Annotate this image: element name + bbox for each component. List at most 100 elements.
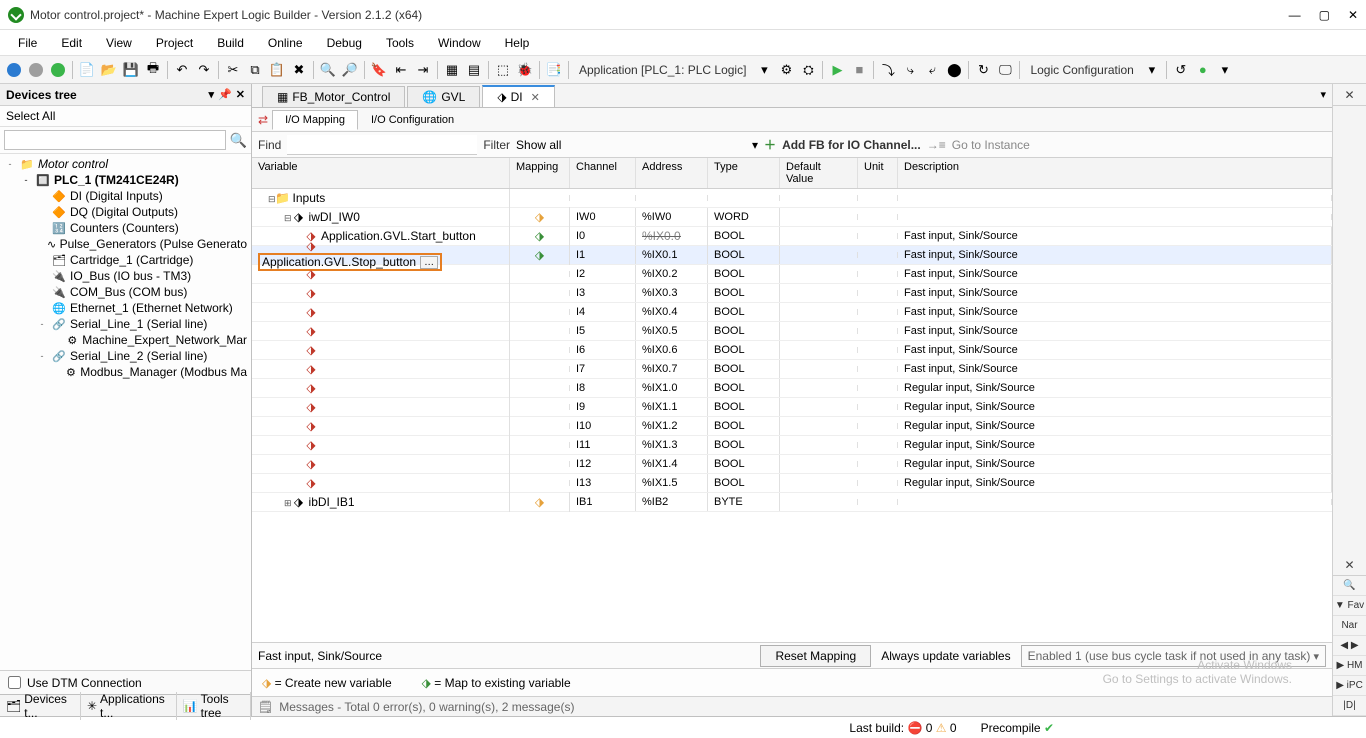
bookmark-next-icon[interactable]: ⇥	[413, 60, 433, 80]
tree-node[interactable]: -🔗Serial_Line_1 (Serial line)	[0, 316, 251, 332]
cell-variable[interactable]: ⬗	[252, 473, 510, 493]
tree-node[interactable]: 🗂Cartridge_1 (Cartridge)	[0, 252, 251, 268]
left-tab[interactable]: ✳Applications t...	[81, 692, 177, 720]
cell-variable[interactable]: ⬗	[252, 340, 510, 360]
cell-variable[interactable]: ⬗	[252, 321, 510, 341]
cell-variable[interactable]: ⬗	[252, 378, 510, 398]
dropdown-icon[interactable]: ▾	[1215, 60, 1235, 80]
col-variable[interactable]: Variable	[252, 158, 510, 188]
find-input[interactable]	[287, 135, 477, 155]
cell-variable[interactable]: ⬗	[252, 264, 510, 284]
col-address[interactable]: Address	[636, 158, 708, 188]
cell-variable[interactable]: ⬗	[252, 416, 510, 436]
grid-row[interactable]: ⬗I2%IX0.2BOOLFast input, Sink/Source	[252, 265, 1332, 284]
save-icon[interactable]: 💾	[121, 60, 141, 80]
right-strip-item[interactable]: ▶ HM	[1333, 656, 1366, 676]
row-toggle-icon[interactable]: ⊞	[284, 498, 292, 508]
tree-toggle-icon[interactable]: -	[4, 159, 16, 169]
update-mode-dropdown[interactable]: Enabled 1 (use bus cycle task if not use…	[1021, 645, 1326, 667]
redo-icon[interactable]: ↷	[194, 60, 214, 80]
col-unit[interactable]: Unit	[858, 158, 898, 188]
tab-close-icon[interactable]: ✕	[531, 91, 540, 104]
nav-back-button[interactable]	[4, 60, 24, 80]
menu-file[interactable]: File	[6, 32, 49, 54]
col-type[interactable]: Type	[708, 158, 780, 188]
menu-tools[interactable]: Tools	[374, 32, 426, 54]
tree-node[interactable]: -🔲PLC_1 (TM241CE24R)	[0, 172, 251, 188]
messages-strip[interactable]: 🗒 Messages - Total 0 error(s), 0 warning…	[252, 696, 1332, 716]
cell-variable[interactable]: ⊟⬗iwDI_IW0	[252, 207, 510, 227]
grid-row[interactable]: ⬗I5%IX0.5BOOLFast input, Sink/Source	[252, 322, 1332, 341]
goto-instance-link[interactable]: Go to Instance	[952, 138, 1030, 152]
right-strip-item[interactable]: ▶ iPC	[1333, 676, 1366, 696]
debug-icon[interactable]: 🐞	[515, 60, 535, 80]
right-close-icon-2[interactable]: ✕	[1333, 554, 1366, 576]
panel-dropdown-icon[interactable]: ▾	[209, 88, 215, 101]
menu-view[interactable]: View	[94, 32, 144, 54]
editor-tab-di[interactable]: ⬗DI✕	[482, 85, 554, 107]
grid-row[interactable]: ⬗I6%IX0.6BOOLFast input, Sink/Source	[252, 341, 1332, 360]
cell-variable[interactable]: ⬗	[252, 359, 510, 379]
logout-icon[interactable]: ⛭	[798, 60, 818, 80]
tree-toggle-icon[interactable]: -	[36, 319, 48, 329]
tree-node[interactable]: 🔌IO_Bus (IO bus - TM3)	[0, 268, 251, 284]
menu-window[interactable]: Window	[426, 32, 493, 54]
tree-node[interactable]: 🔶DQ (Digital Outputs)	[0, 204, 251, 220]
menu-help[interactable]: Help	[493, 32, 542, 54]
tree-node[interactable]: -📁Motor control	[0, 156, 251, 172]
window-icon[interactable]: ⬚	[493, 60, 513, 80]
panel-pin-icon[interactable]: 📌	[218, 88, 232, 101]
reset-mapping-button[interactable]: Reset Mapping	[760, 645, 871, 667]
logic-config-combo[interactable]: Logic Configuration	[1024, 63, 1139, 77]
cell-variable[interactable]: ⬗	[252, 283, 510, 303]
project-icon[interactable]: 📑	[544, 60, 564, 80]
close-button[interactable]: ✕	[1348, 8, 1358, 22]
find-icon[interactable]: 🔍	[318, 60, 338, 80]
tree-node[interactable]: ⚙Machine_Expert_Network_Mar	[0, 332, 251, 348]
col-default[interactable]: Default Value	[780, 158, 858, 188]
grid-row[interactable]: ⬗I13%IX1.5BOOLRegular input, Sink/Source	[252, 474, 1332, 493]
col-channel[interactable]: Channel	[570, 158, 636, 188]
step-over-icon[interactable]: ⤵	[878, 60, 898, 80]
monitor-icon[interactable]: 🖵	[995, 60, 1015, 80]
grid-row[interactable]: ⬗I3%IX0.3BOOLFast input, Sink/Source	[252, 284, 1332, 303]
copy-icon[interactable]: ⧉	[245, 60, 265, 80]
rebuild-icon[interactable]: ▤	[464, 60, 484, 80]
findnext-icon[interactable]: 🔎	[340, 60, 360, 80]
select-all-row[interactable]: Select All	[0, 106, 251, 127]
tab-io-configuration[interactable]: I/O Configuration	[358, 110, 467, 130]
right-strip-item[interactable]: ▼ Fav	[1333, 596, 1366, 616]
tree-node[interactable]: -🔗Serial_Line_2 (Serial line)	[0, 348, 251, 364]
grid-row[interactable]: ⬗I8%IX1.0BOOLRegular input, Sink/Source	[252, 379, 1332, 398]
sync-icon[interactable]: ↺	[1171, 60, 1191, 80]
nav-fwd-button[interactable]	[26, 60, 46, 80]
cut-icon[interactable]: ✂	[223, 60, 243, 80]
grid-row[interactable]: ⬗Application.GVL.Stop_button…⬗I1%IX0.1BO…	[252, 246, 1332, 265]
cell-variable[interactable]: ⬗	[252, 435, 510, 455]
stop-icon[interactable]: ■	[849, 60, 869, 80]
combo-dropdown-icon[interactable]: ▾	[1142, 60, 1162, 80]
tree-toggle-icon[interactable]: -	[36, 351, 48, 361]
editor-tab-gvl[interactable]: 🌐GVL	[407, 86, 480, 107]
col-description[interactable]: Description	[898, 158, 1332, 188]
tree-node[interactable]: 🔌COM_Bus (COM bus)	[0, 284, 251, 300]
menu-edit[interactable]: Edit	[49, 32, 94, 54]
grid-row[interactable]: ⊟⬗iwDI_IW0⬗IW0%IW0WORD	[252, 208, 1332, 227]
cell-variable[interactable]: ⬗	[252, 302, 510, 322]
search-icon[interactable]: 🔍	[230, 132, 247, 149]
tree-search-input[interactable]	[4, 130, 226, 150]
right-close-icon[interactable]: ✕	[1333, 84, 1366, 106]
right-search-icon[interactable]: 🔍	[1333, 576, 1366, 596]
row-toggle-icon[interactable]: ⊟	[284, 213, 292, 223]
menu-debug[interactable]: Debug	[315, 32, 374, 54]
cell-variable[interactable]: ⬗	[252, 454, 510, 474]
maximize-button[interactable]: ▢	[1319, 8, 1330, 22]
cell-variable[interactable]: ⬗	[252, 397, 510, 417]
tree-node[interactable]: 🔢Counters (Counters)	[0, 220, 251, 236]
filter-dropdown-icon[interactable]: ▾	[752, 138, 758, 152]
combo-dropdown-icon[interactable]: ▾	[754, 60, 774, 80]
menu-online[interactable]: Online	[256, 32, 315, 54]
editor-tab-fb_motor_control[interactable]: ▦FB_Motor_Control	[262, 86, 405, 107]
bookmark-prev-icon[interactable]: ⇤	[391, 60, 411, 80]
tree-node[interactable]: 🔶DI (Digital Inputs)	[0, 188, 251, 204]
